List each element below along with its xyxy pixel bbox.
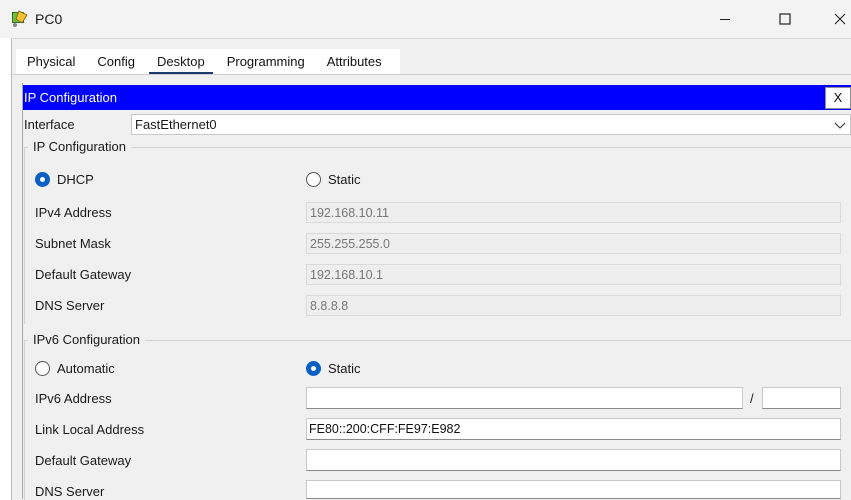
dhcp-label: DHCP — [57, 172, 94, 187]
ipv6-default-gateway-field[interactable] — [306, 449, 841, 471]
ipv6-automatic-option[interactable]: Automatic — [35, 361, 115, 376]
tab-physical[interactable]: Physical — [16, 49, 86, 74]
ipv4-static-option[interactable]: Static — [306, 172, 361, 187]
tab-bar: Physical Config Desktop Programming Attr… — [16, 49, 400, 75]
ipv6-prefix-length-field[interactable] — [762, 387, 841, 409]
panel-title: IP Configuration — [24, 90, 117, 105]
ipv6-automatic-label: Automatic — [57, 361, 115, 376]
ipv4-static-radio[interactable] — [306, 172, 321, 187]
subnet-mask-label: Subnet Mask — [35, 236, 111, 251]
tab-label: Physical — [27, 54, 76, 69]
tab-programming[interactable]: Programming — [216, 49, 316, 74]
window-title: PC0 — [35, 11, 63, 27]
tab-label: Desktop — [157, 54, 205, 69]
chevron-down-icon — [834, 122, 846, 129]
ipv4-address-field[interactable]: 192.168.10.11 — [306, 202, 841, 223]
maximize-button[interactable] — [765, 6, 805, 32]
dhcp-option[interactable]: DHCP — [35, 172, 94, 187]
ipv4-static-label: Static — [328, 172, 361, 187]
ipv4-default-gateway-label: Default Gateway — [35, 267, 132, 282]
tab-desktop[interactable]: Desktop — [146, 49, 216, 75]
ipv4-address-label: IPv4 Address — [35, 205, 112, 220]
ipv6-default-gateway-label: Default Gateway — [35, 453, 132, 468]
ipv6-static-option[interactable]: Static — [306, 361, 361, 376]
dhcp-radio[interactable] — [35, 172, 50, 187]
tab-divider — [11, 74, 851, 75]
tab-label: Programming — [226, 54, 305, 69]
window-close-button[interactable] — [820, 6, 851, 32]
panel-title-bar: IP Configuration — [23, 85, 851, 110]
interface-select[interactable]: FastEthernet0 — [131, 114, 851, 135]
ipv6-group-title: IPv6 Configuration — [28, 332, 145, 347]
subnet-mask-field[interactable]: 255.255.255.0 — [306, 233, 841, 254]
ipv6-static-radio[interactable] — [306, 361, 321, 376]
ipv6-address-field[interactable] — [306, 387, 743, 409]
maximize-icon — [779, 13, 791, 25]
ipv4-dns-server-label: DNS Server — [35, 298, 105, 313]
ipv6-automatic-radio[interactable] — [35, 361, 50, 376]
tab-label: Config — [97, 54, 135, 69]
ipv6-address-label: IPv6 Address — [35, 391, 112, 406]
tab-attributes[interactable]: Attributes — [316, 49, 393, 74]
prefix-separator: / — [750, 391, 754, 406]
link-local-address-label: Link Local Address — [35, 422, 145, 437]
minimize-icon — [720, 19, 730, 20]
ipv4-group-title: IP Configuration — [28, 139, 131, 154]
tab-label: Attributes — [326, 54, 382, 69]
window-title-bar: PC0 — [0, 0, 851, 38]
interface-label: Interface — [24, 117, 75, 132]
ipv6-dns-server-label: DNS Server — [35, 484, 105, 499]
link-local-address-field[interactable]: FE80::200:CFF:FE97:E982 — [306, 418, 841, 440]
ipv4-default-gateway-field[interactable]: 192.168.10.1 — [306, 264, 841, 285]
packet-tracer-pc-icon — [12, 10, 28, 27]
tab-config[interactable]: Config — [86, 49, 146, 74]
interface-value: FastEthernet0 — [135, 117, 217, 132]
ipv6-dns-server-field[interactable] — [306, 480, 841, 499]
close-icon — [834, 13, 846, 25]
ipv4-dns-server-field[interactable]: 8.8.8.8 — [306, 295, 841, 316]
panel-close-button[interactable]: X — [825, 87, 851, 109]
minimize-button[interactable] — [705, 6, 745, 32]
ipv6-static-label: Static — [328, 361, 361, 376]
